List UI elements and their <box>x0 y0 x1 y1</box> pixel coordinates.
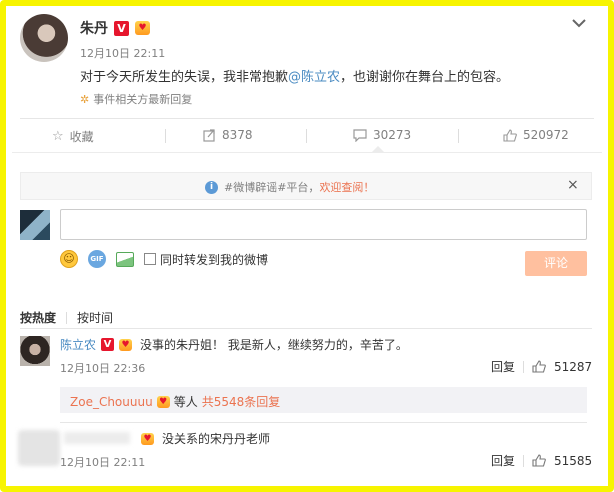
comment-input[interactable] <box>60 209 587 240</box>
vip-heart-icon: ♥ <box>135 21 150 35</box>
favorite-button[interactable]: ☆ 收藏 <box>52 128 94 145</box>
event-icon: ✲ <box>80 92 90 106</box>
notice-link[interactable]: 欢迎查阅！ <box>319 181 374 194</box>
post-mention-link[interactable]: @陈立农 <box>288 70 340 85</box>
action-separator <box>523 454 525 467</box>
reply-button[interactable]: 回复 <box>491 452 515 469</box>
verified-badge-icon: V <box>114 20 129 36</box>
repost-checkbox-label[interactable]: 同时转发到我的微博 <box>160 251 268 268</box>
comment-divider <box>60 422 587 423</box>
post-menu-chevron-icon[interactable] <box>572 12 586 31</box>
comment-text: 没关系的宋丹丹老师 <box>162 432 271 446</box>
info-icon: i <box>205 180 218 194</box>
comment-author-name[interactable]: 陈立农 <box>60 336 96 353</box>
comment-like-count: 51287 <box>554 359 593 374</box>
comment-avatar[interactable] <box>20 336 50 366</box>
repost-icon <box>203 128 215 142</box>
comment-item: 陈立农 V ♥ 没事的朱丹姐！ 我是新人，继续努力的，辛苦了。 <box>60 336 408 353</box>
post-author-name[interactable]: 朱丹 <box>80 18 108 38</box>
submit-comment-button[interactable]: 评论 <box>525 251 587 276</box>
repost-count: 8378 <box>222 128 253 142</box>
sub-reply-text: 等人 <box>173 395 198 409</box>
notice-text: #微博辟谣#平台， <box>224 181 320 194</box>
comment-text: 没事的朱丹姐！ 我是新人，继续努力的，辛苦了。 <box>140 338 408 352</box>
post-text-before: 对于今天所发生的失误，我非常抱歉 <box>80 70 289 85</box>
thumbs-up-icon[interactable] <box>532 360 546 373</box>
notice-close-icon[interactable]: × <box>567 177 579 193</box>
sort-by-time-tab[interactable]: 按时间 <box>77 309 113 326</box>
comment-button[interactable]: 30273 <box>353 128 411 142</box>
comment-like-count: 51585 <box>554 453 593 468</box>
vip-heart-icon: ♥ <box>141 432 154 445</box>
action-bar-top-divider <box>20 118 594 119</box>
sort-by-hot-tab[interactable]: 按热度 <box>20 309 56 326</box>
sub-reply-box: Zoe_Chouuuu ♥ 等人 共5548条回复 <box>60 387 587 413</box>
thumbs-up-icon[interactable] <box>532 454 546 467</box>
comment-author-blurred <box>64 432 130 444</box>
event-link[interactable]: 事件相关方最新回复 <box>93 91 192 107</box>
post-avatar[interactable] <box>20 14 68 62</box>
post-text: 对于今天所发生的失误，我非常抱歉@陈立农，也谢谢你在舞台上的包容。 <box>80 66 509 85</box>
post-text-after: ，也谢谢你在舞台上的包容。 <box>340 70 510 85</box>
sub-reply-count-link[interactable]: 共5548条回复 <box>202 393 281 410</box>
composer-avatar <box>20 210 50 240</box>
comment-count: 30273 <box>373 128 412 142</box>
repost-checkbox[interactable] <box>144 253 156 265</box>
action-separator <box>165 129 166 143</box>
post-time[interactable]: 12月10日 22:11 <box>80 45 165 61</box>
favorite-label: 收藏 <box>69 130 94 144</box>
comment-time: 12月10日 22:36 <box>60 362 146 375</box>
tab-separator <box>66 311 68 324</box>
vip-heart-icon: ♥ <box>156 395 170 408</box>
tabs-divider <box>20 328 592 329</box>
action-separator <box>523 360 525 373</box>
image-icon[interactable] <box>116 251 134 267</box>
like-button[interactable]: 520972 <box>503 128 569 142</box>
comment-time: 12月10日 22:11 <box>60 456 146 469</box>
thumbs-up-icon <box>503 128 517 142</box>
star-icon: ☆ <box>52 129 64 144</box>
reply-button[interactable]: 回复 <box>491 358 515 375</box>
emoji-icon[interactable]: ☺ <box>60 250 78 268</box>
repost-button[interactable]: 8378 <box>203 128 253 142</box>
rumor-notice-bar: i #微博辟谣#平台，欢迎查阅！ × <box>20 172 592 200</box>
verified-badge-icon: V <box>101 338 115 351</box>
vip-heart-icon: ♥ <box>119 338 133 351</box>
comment-icon <box>353 128 367 142</box>
gif-icon[interactable]: GIF <box>88 250 106 268</box>
comment-item: ♥ 没关系的宋丹丹老师 <box>136 430 270 447</box>
like-count: 520972 <box>523 128 569 142</box>
action-separator <box>306 129 307 143</box>
comment-avatar-blurred[interactable] <box>18 430 60 466</box>
action-separator <box>458 129 459 143</box>
sub-reply-author[interactable]: Zoe_Chouuuu <box>70 395 153 409</box>
